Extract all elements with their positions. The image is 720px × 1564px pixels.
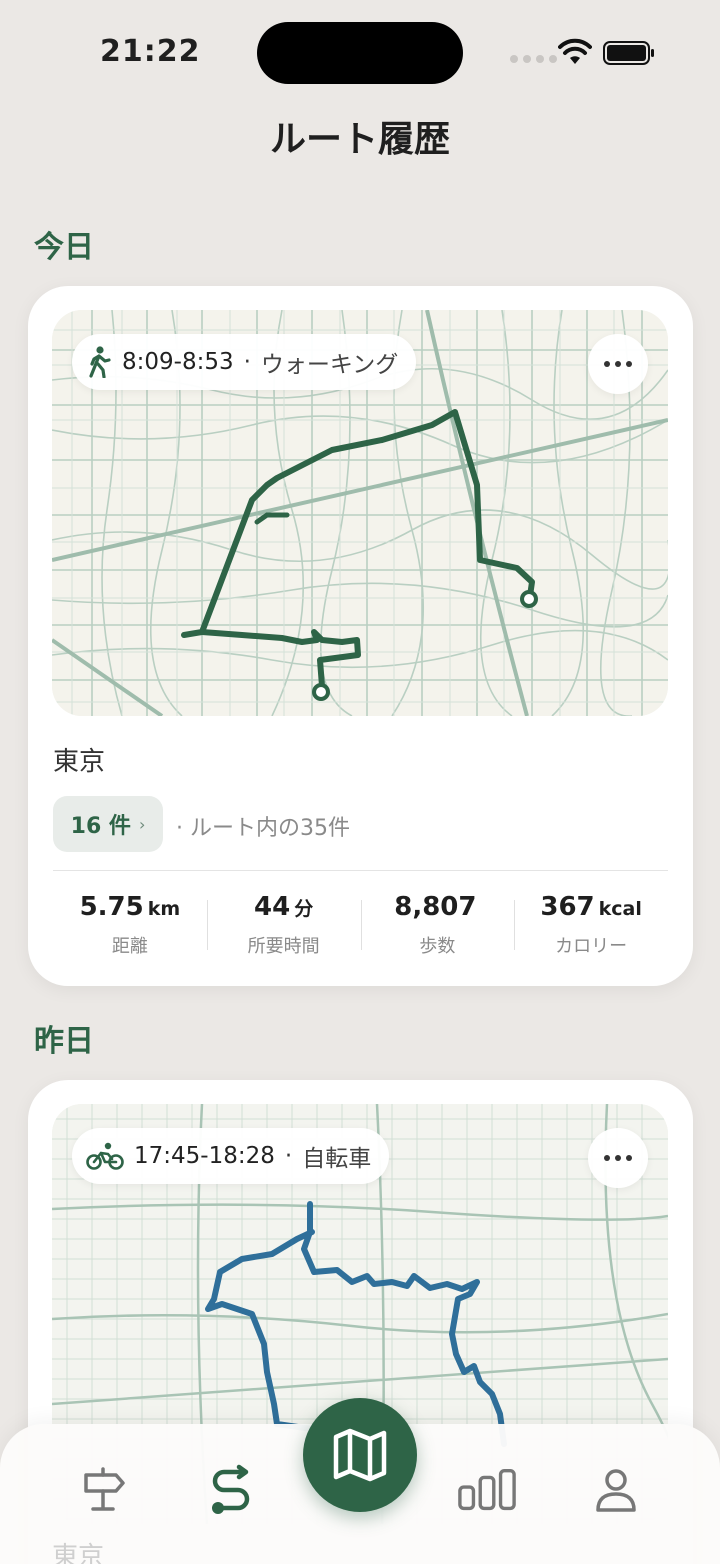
stats-icon — [458, 1468, 516, 1511]
route-card-today[interactable]: 8:09-8:53 · ウォーキング 東京 16 件 › · ルート内の35件 … — [28, 286, 693, 986]
stat-unit: kcal — [598, 898, 642, 920]
bicycle-icon — [86, 1142, 124, 1170]
route-count-note: · ルート内の35件 — [176, 816, 350, 841]
stat-label: 距離 — [111, 936, 148, 957]
stat-label: カロリー — [555, 936, 628, 957]
separator: · — [243, 349, 251, 375]
stat-value: 8,807 — [394, 892, 477, 922]
route-map-today[interactable]: 8:09-8:53 · ウォーキング — [52, 310, 668, 716]
battery-icon — [603, 41, 654, 65]
route-time-range: 17:45-18:28 — [134, 1143, 275, 1169]
stat-unit: km — [147, 898, 181, 920]
dynamic-island — [257, 22, 463, 84]
more-dot-icon — [604, 361, 610, 367]
tab-routes[interactable] — [201, 1460, 261, 1520]
route-icon — [212, 1464, 250, 1514]
route-mode: ウォーキング — [260, 352, 399, 378]
stat-value: 367 — [540, 892, 595, 922]
route-count-button[interactable]: 16 件 › — [53, 796, 163, 852]
stat-calories: 367 kcal カロリー — [514, 892, 668, 962]
signpost-icon — [84, 1467, 125, 1511]
route-stats: 5.75 km 距離 44 分 所要時間 8,807 歩数 367 kcal カロリー — [53, 892, 668, 962]
stat-unit: 分 — [294, 898, 314, 920]
stat-label: 所要時間 — [247, 936, 320, 957]
route-location: 東京 — [53, 747, 106, 777]
more-options-button[interactable] — [588, 334, 648, 394]
route-location-peek: 東京 — [52, 1542, 105, 1564]
more-dot-icon — [604, 1155, 610, 1161]
walking-icon — [89, 346, 111, 378]
stat-duration: 44 分 所要時間 — [206, 892, 361, 962]
cellular-signal-icon — [510, 55, 557, 63]
more-options-button[interactable] — [588, 1128, 648, 1188]
route-mode: 自転車 — [302, 1146, 372, 1172]
divider — [53, 870, 668, 871]
stat-value: 5.75 — [79, 892, 144, 922]
tab-profile[interactable] — [586, 1460, 646, 1520]
profile-icon — [596, 1469, 636, 1512]
route-count-label: 16 件 — [70, 814, 131, 839]
chevron-right-icon: › — [138, 814, 146, 834]
stat-label: 歩数 — [419, 936, 456, 957]
separator: · — [284, 1143, 293, 1169]
page-title: ルート履歴 — [269, 119, 450, 160]
stat-distance: 5.75 km 距離 — [53, 892, 207, 962]
tab-signpost[interactable] — [73, 1460, 133, 1520]
section-label-yesterday: 昨日 — [34, 1024, 94, 1059]
route-history-screen: 21:22 ルート履歴 今日 8:09-8:53 · ウォーキング 東京 16 … — [0, 0, 720, 1564]
status-bar: 21:22 — [0, 0, 720, 100]
route-time-range: 8:09-8:53 — [122, 349, 234, 375]
wifi-icon — [558, 38, 592, 64]
stat-steps: 8,807 歩数 — [360, 892, 515, 962]
section-label-today: 今日 — [34, 230, 94, 265]
tab-stats[interactable] — [457, 1460, 517, 1520]
map-icon — [333, 1428, 387, 1482]
map-button[interactable] — [303, 1398, 417, 1512]
stat-value: 44 — [254, 892, 291, 922]
status-time: 21:22 — [100, 34, 201, 69]
route-time-pill-yesterday: 17:45-18:28 · 自転車 — [72, 1128, 390, 1184]
route-time-pill-today: 8:09-8:53 · ウォーキング — [72, 334, 417, 390]
